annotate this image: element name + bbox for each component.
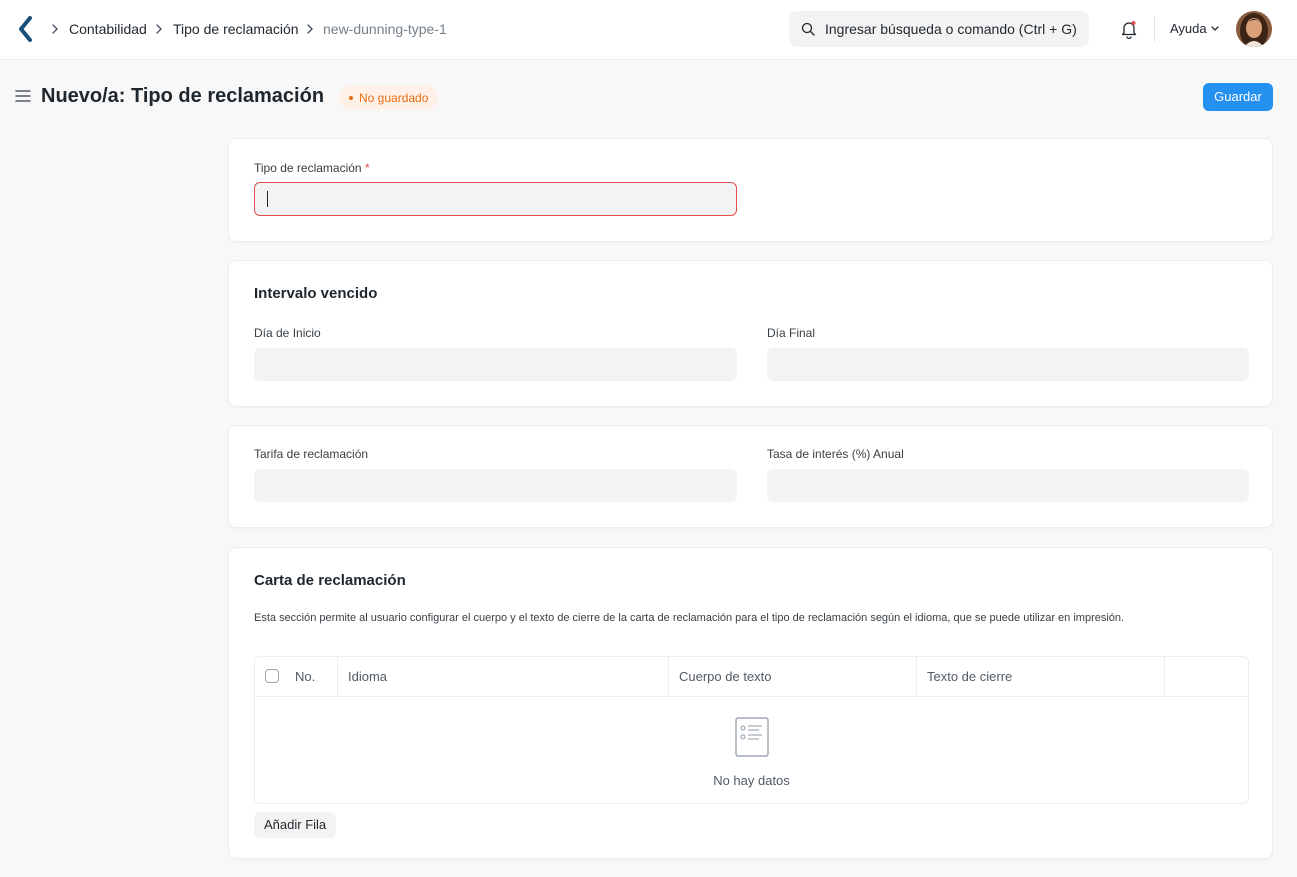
chevron-down-icon[interactable] <box>1210 25 1220 33</box>
chevron-right-icon <box>156 24 162 34</box>
column-header-no: No. <box>295 669 316 684</box>
dunning-letter-section: Carta de reclamación Esta sección permit… <box>228 547 1273 859</box>
chevron-right-icon <box>52 24 58 34</box>
chevron-right-icon <box>307 24 313 34</box>
back-logo-icon[interactable] <box>18 16 34 42</box>
breadcrumb-current[interactable]: new-dunning-type-1 <box>323 20 447 38</box>
status-badge: No guardado <box>339 86 439 110</box>
interest-rate-input[interactable] <box>767 469 1249 502</box>
interest-rate-label: Tasa de interés (%) Anual <box>767 447 904 461</box>
overdue-interval-section: Intervalo vencido Día de Inicio Día Fina… <box>228 260 1273 407</box>
search-bar[interactable]: Ingresar búsqueda o comando (Ctrl + G) <box>789 11 1089 47</box>
search-icon <box>801 22 815 36</box>
column-header-language: Idioma <box>348 669 388 684</box>
avatar-image <box>1236 11 1272 47</box>
dunning-type-input[interactable] <box>254 182 737 216</box>
letter-table: No. Idioma Cuerpo de texto Texto de cier… <box>254 656 1249 804</box>
add-row-button[interactable]: Añadir Fila <box>254 812 337 838</box>
empty-state-text: No hay datos <box>713 773 790 788</box>
empty-list-icon <box>735 717 769 757</box>
dunning-type-label: Tipo de reclamación * <box>254 161 370 175</box>
breadcrumb-accounting[interactable]: Contabilidad <box>69 20 147 38</box>
save-button[interactable]: Guardar <box>1203 83 1273 111</box>
dunning-fee-label: Tarifa de reclamación <box>254 447 369 461</box>
table-header: No. Idioma Cuerpo de texto Texto de cier… <box>255 657 1248 697</box>
column-header-body-text: Cuerpo de texto <box>679 669 772 684</box>
bell-icon[interactable] <box>1119 19 1139 39</box>
navbar-divider <box>1154 16 1155 42</box>
section-description: Esta sección permite al usuario configur… <box>254 612 1125 624</box>
avatar[interactable] <box>1236 11 1272 47</box>
hamburger-icon[interactable] <box>15 89 31 103</box>
start-day-input[interactable] <box>254 348 737 381</box>
column-divider <box>916 657 917 697</box>
column-divider <box>668 657 669 697</box>
select-all-checkbox[interactable] <box>265 669 279 683</box>
breadcrumb-dunning-type[interactable]: Tipo de reclamación <box>173 20 299 38</box>
section-title: Carta de reclamación <box>254 572 406 589</box>
page-title: Nuevo/a: Tipo de reclamación <box>41 85 325 107</box>
column-divider <box>1164 657 1165 697</box>
text-caret <box>267 191 268 207</box>
required-mark: * <box>364 161 370 175</box>
section-title: Intervalo vencido <box>254 285 378 302</box>
dunning-type-section: Tipo de reclamación * <box>228 138 1273 242</box>
navbar: Contabilidad Tipo de reclamación new-dun… <box>0 0 1297 60</box>
start-day-label: Día de Inicio <box>254 326 321 340</box>
end-day-input[interactable] <box>767 348 1249 381</box>
fees-section: Tarifa de reclamación Tasa de interés (%… <box>228 425 1273 528</box>
dunning-fee-input[interactable] <box>254 469 737 502</box>
column-header-closing-text: Texto de cierre <box>927 669 1013 684</box>
help-menu[interactable]: Ayuda <box>1170 21 1207 37</box>
column-divider <box>337 657 338 697</box>
search-placeholder: Ingresar búsqueda o comando (Ctrl + G) <box>825 21 1077 37</box>
end-day-label: Día Final <box>767 326 816 340</box>
